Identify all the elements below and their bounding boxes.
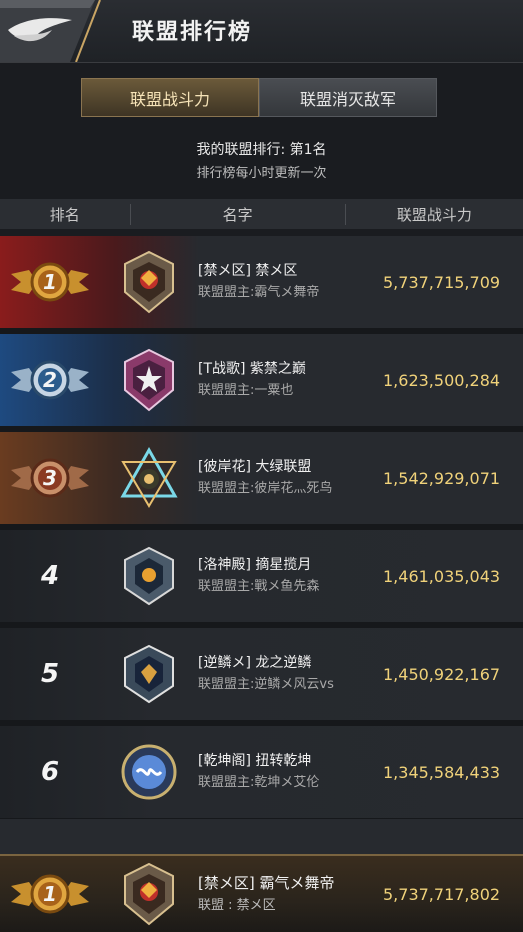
back-button[interactable] [0,0,110,63]
partial-row [0,819,523,859]
alliance-power: 1,461,035,043 [383,566,501,586]
rank-cell: 3 [0,432,100,524]
rank-info: 我的联盟排行: 第1名 排行榜每小时更新一次 [0,138,523,186]
alliance-leader: 联盟盟主:戰メ鱼先森 [198,579,320,594]
alliance-leader: 联盟盟主:彼岸花灬死鸟 [198,481,333,496]
alliance-emblem-icon [100,862,198,926]
table-row[interactable]: 4 [洛神殿] 摘星揽月 联盟盟主:戰メ鱼先森 1,461,035,043 [0,530,523,622]
alliance-name: [彼岸花] 大绿联盟 [198,459,312,475]
my-rank-footer: 1 [禁メ区] 霸气メ舞帝 联盟 : 禁メ区 5,737,717,802 [0,854,523,932]
alliance-leader: 联盟盟主:霸气メ舞帝 [198,285,320,300]
player-name: [禁メ区] 霸气メ舞帝 [198,874,335,892]
rank-cell: 1 [0,872,100,916]
alliance-power: 1,542,929,071 [383,468,501,488]
alliance-name: [乾坤阁] 扭转乾坤 [198,753,312,769]
alliance-name: [逆鳞メ] 龙之逆鳞 [198,655,312,671]
silver-rank-badge-icon: 2 [11,358,89,402]
alliance-emblem-icon [100,628,198,720]
player-alliance: 联盟 : 禁メ区 [198,898,276,913]
alliance-name: [禁メ区] 禁メ区 [198,263,298,279]
alliance-power: 1,345,584,433 [383,762,501,782]
rank-number: 6 [40,757,60,787]
alliance-emblem-icon [100,432,198,524]
column-header: 排名 名字 联盟战斗力 [0,199,523,229]
rank-number: 4 [40,561,60,591]
column-name: 名字 [129,203,346,225]
rank-number: 1 [43,882,57,906]
tab-alliance-kills[interactable]: 联盟消灭敌军 [259,78,437,117]
tab-bar: 联盟战斗力 联盟消灭敌军 [81,78,437,117]
wing-logo-icon [0,0,101,63]
rank-cell: 6 [0,726,100,818]
alliance-emblem-icon [100,236,198,328]
gold-rank-badge-icon: 1 [11,260,89,304]
table-row[interactable]: 5 [逆鳞メ] 龙之逆鳞联盟盟主:逆鳞メ风云vs 1,450,922,167 [0,628,523,720]
player-power: 5,737,717,802 [383,884,501,904]
gold-rank-badge-icon: 1 [11,872,89,916]
alliance-name: [T战歌] 紫禁之巅 [198,361,306,377]
alliance-power: 1,450,922,167 [383,664,501,684]
page-title: 联盟排行榜 [132,20,253,45]
tab-alliance-power[interactable]: 联盟战斗力 [81,78,259,117]
alliance-leader: 联盟盟主:乾坤メ艾伦 [198,775,320,790]
rank-cell: 4 [0,530,100,622]
table-row[interactable]: 1 [禁メ区] 禁メ区联盟盟主:霸气メ舞帝 5,737,715,709 [0,236,523,328]
update-note: 排行榜每小时更新一次 [196,166,327,181]
rank-number: 2 [43,368,57,392]
alliance-leader: 联盟盟主:一粟也 [198,383,294,398]
table-row[interactable]: 6 [乾坤阁] 扭转乾坤 联盟盟主:乾坤メ艾伦 1,345,584,433 [0,726,523,818]
alliance-name: [洛神殿] 摘星揽月 [198,557,312,573]
header-bar: 联盟排行榜 [0,0,523,63]
rank-cell: 1 [0,236,100,328]
rank-cell: 5 [0,628,100,720]
my-rank-text: 我的联盟排行: 第1名 [196,142,327,158]
column-rank: 排名 [49,205,80,224]
alliance-leader: 联盟盟主:逆鳞メ风云vs [198,677,334,692]
alliance-emblem-icon [100,334,198,426]
bronze-rank-badge-icon: 3 [11,456,89,500]
alliance-power: 5,737,715,709 [383,272,501,292]
rank-number: 5 [40,659,60,689]
rank-number: 3 [43,466,57,490]
rank-number: 1 [43,270,57,294]
alliance-emblem-icon [100,726,198,818]
table-row[interactable]: 2 [T战歌] 紫禁之巅 联盟盟主:一粟也 1,623,500,284 [0,334,523,426]
alliance-emblem-icon [100,530,198,622]
alliance-power: 1,623,500,284 [383,370,501,390]
table-row[interactable]: 3 [彼岸花] 大绿联盟联盟盟主:彼岸花灬死鸟 1,542,929,071 [0,432,523,524]
rank-cell: 2 [0,334,100,426]
column-power: 联盟战斗力 [396,205,472,224]
